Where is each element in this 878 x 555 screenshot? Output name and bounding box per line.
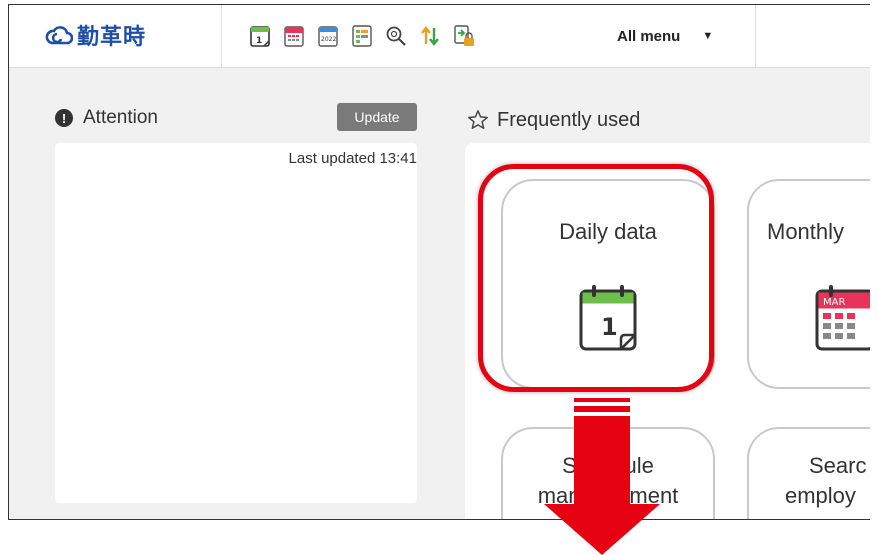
sort-icon[interactable]	[417, 23, 443, 49]
app-logo-text: 勤革時	[77, 24, 147, 49]
all-menu-label: All menu	[617, 27, 681, 45]
search-employee-card[interactable]: Searc employ	[747, 427, 870, 519]
daily-calendar-icon[interactable]: 1	[247, 23, 273, 49]
app-logo[interactable]: 勤革時	[45, 19, 146, 51]
search-label-line2: employ	[785, 483, 856, 508]
app-window: 勤革時 1 2022 All menu ▼ ! Attention Update…	[8, 4, 870, 520]
yearly-calendar-icon[interactable]: 2022	[315, 23, 341, 49]
schedule-label-line2: man ment	[537, 483, 679, 508]
logo-divider	[221, 5, 222, 67]
frequently-used-panel: Daily data 1 Monthly MAR Sc ule man ment…	[465, 143, 870, 519]
all-menu-dropdown[interactable]: All menu ▼	[617, 19, 713, 53]
top-navigation-bar: 勤革時 1 2022 All menu ▼	[9, 5, 870, 68]
attention-title: Attention	[83, 107, 158, 128]
search-label-line1: Searc	[809, 453, 867, 478]
frequently-used-title: Frequently used	[497, 108, 641, 131]
monthly-calendar-icon[interactable]	[281, 23, 307, 49]
attention-panel: Last updated 13:41	[55, 143, 417, 503]
calendar-year-text: 2022	[321, 36, 336, 43]
schedule-list-icon[interactable]	[349, 23, 375, 49]
monthly-label: Monthly	[767, 219, 845, 244]
daily-data-card[interactable]: Daily data 1	[501, 179, 715, 389]
menu-divider	[755, 5, 756, 67]
schedule-management-card[interactable]: Sc ule man ment	[501, 427, 715, 519]
monthly-calendar-icon: MAR	[815, 285, 870, 351]
last-updated-text: Last updated 13:41	[288, 150, 417, 167]
star-icon	[468, 110, 488, 129]
schedule-label-line1: Sc ule	[562, 453, 654, 478]
svg-text:1: 1	[256, 36, 262, 46]
daily-icon-number: 1	[601, 313, 618, 341]
daily-calendar-icon: 1	[579, 285, 637, 351]
monthly-data-card[interactable]: Monthly MAR	[747, 179, 870, 389]
search-icon[interactable]	[383, 23, 409, 49]
export-lock-icon[interactable]	[451, 23, 477, 49]
update-button[interactable]: Update	[337, 103, 417, 131]
daily-data-label: Daily data	[559, 219, 657, 244]
frequently-used-header: Frequently used	[467, 105, 640, 135]
cloud-logo-icon	[45, 26, 73, 45]
attention-header: ! Attention	[55, 105, 158, 131]
exclamation-icon: !	[55, 109, 73, 127]
monthly-icon-text: MAR	[823, 297, 845, 308]
caret-down-icon: ▼	[702, 30, 714, 42]
